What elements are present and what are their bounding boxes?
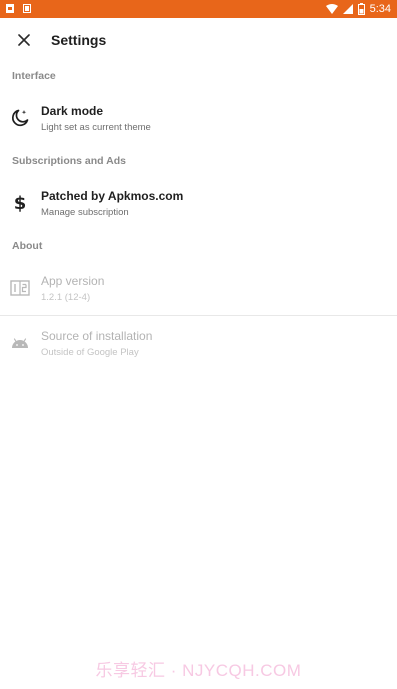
dark-mode-title: Dark mode: [41, 104, 104, 118]
installation-source-item: Source of installation Outside of Google…: [0, 319, 397, 371]
app-version-title: App version: [41, 274, 105, 288]
section-header-subscriptions: Subscriptions and Ads: [12, 155, 126, 167]
section-header-about: About: [12, 240, 43, 252]
status-time: 5:34: [369, 3, 391, 15]
dark-mode-item[interactable]: Dark mode Light set as current theme: [0, 94, 397, 146]
installation-source-value: Outside of Google Play: [41, 347, 139, 358]
divider: [0, 315, 397, 316]
battery-icon: [357, 3, 365, 15]
close-icon: [18, 34, 30, 46]
app-version-item: App version 1.2.1 (12-4): [0, 264, 397, 316]
signal-icon: [342, 4, 353, 14]
settings-screen: 5:34 Settings Interface Dark mode Light …: [0, 0, 397, 689]
android-icon: [9, 332, 31, 354]
svg-text:$: $: [14, 193, 27, 214]
app-version-value: 1.2.1 (12-4): [41, 292, 91, 303]
version-icon: [9, 277, 31, 299]
subscription-subtitle: Manage subscription: [41, 207, 129, 218]
watermark: 乐享轻汇 · NJYCQH.COM: [95, 661, 302, 680]
page-title: Settings: [51, 32, 107, 48]
subscription-title: Patched by Apkmos.com: [41, 189, 184, 203]
status-bar: 5:34: [0, 0, 397, 18]
dark-mode-subtitle: Light set as current theme: [41, 122, 151, 133]
download-icon: [23, 4, 31, 13]
notification-icon: [6, 4, 14, 13]
subscription-item[interactable]: $ Patched by Apkmos.com Manage subscript…: [0, 179, 397, 231]
toolbar: Settings: [0, 18, 397, 62]
dollar-icon: $: [9, 192, 31, 214]
installation-source-title: Source of installation: [41, 329, 153, 343]
section-header-interface: Interface: [12, 70, 56, 82]
wifi-icon: [325, 4, 338, 14]
close-button[interactable]: [12, 28, 36, 52]
moon-icon: [9, 107, 31, 129]
